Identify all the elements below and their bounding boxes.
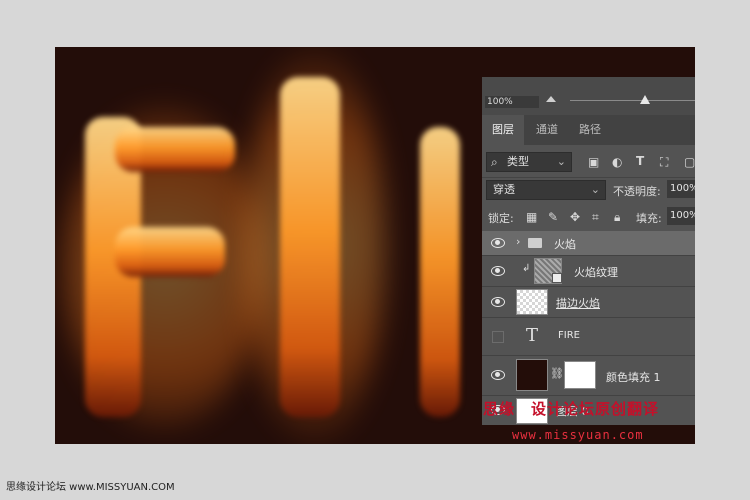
layer-name: 火焰 [554,238,576,251]
layer-name: 火焰纹理 [574,266,618,279]
fill-field[interactable]: 100% [667,207,695,225]
text-layer-icon: T [526,325,539,346]
clipping-arrow-icon: ↲ [522,263,531,274]
lock-image-pixels-icon[interactable]: ✎ [548,210,558,224]
zoom-value[interactable]: 100% [485,96,539,108]
fill-label: 填充: [636,212,662,225]
lock-label: 锁定: [488,212,514,225]
panel-tabs: 图层 通道 路径 [482,115,695,145]
visibility-eye-icon[interactable] [491,297,505,307]
layer-row-color-fill[interactable]: ⛓ 颜色填充 1 [482,355,695,396]
smart-object-filter-icon[interactable]: ▢ [684,155,695,169]
artboard-lock-icon[interactable]: ⌗ [592,210,599,224]
panel-zoom-row: 100% [482,77,695,115]
layer-list: › 火焰 ↲ 火焰纹理 描边火焰 T FIRE ⛓ 颜色填充 1 图层 0 [482,231,695,425]
filter-kind-label: 类型 [507,155,529,168]
blend-mode-select[interactable]: 穿透 ⌄ [486,180,606,200]
opacity-field[interactable]: 100% [667,180,695,198]
layer-name: 颜色填充 1 [606,371,661,384]
visibility-eye-icon[interactable] [491,370,505,380]
filter-kind-select[interactable]: ⌕ 类型 ⌄ [486,152,572,172]
tab-layers[interactable]: 图层 [482,115,524,145]
blend-row: 穿透 ⌄ 不透明度: 100% [482,177,695,203]
link-chain-icon[interactable]: ⛓ [550,367,564,380]
layer-name: FIRE [558,330,580,341]
pixel-filter-icon[interactable]: ▣ [588,155,599,169]
fire-letter-f-mid [115,227,225,277]
shape-filter-icon[interactable]: ⛶ [660,155,668,169]
layer-row-fire-text[interactable]: T FIRE [482,317,695,356]
zoom-slider-thumb[interactable] [640,95,650,104]
layers-panel: 100% 图层 通道 路径 ⌕ 类型 ⌄ ▣ ◐ T ⛶ ▢ 穿透 ⌄ 不透明度… [482,77,695,425]
folder-icon [528,238,542,248]
layer-row-fire-texture[interactable]: ↲ 火焰纹理 [482,255,695,287]
search-icon: ⌕ [491,155,498,169]
zoom-slider-track[interactable] [570,100,695,101]
tab-channels[interactable]: 通道 [524,115,570,145]
footer-site-label: 思缘设计论坛 www.MISSYUAN.COM [6,482,175,493]
visibility-eye-icon[interactable] [491,238,505,248]
layer-name: 描边火焰 [556,297,600,310]
chevron-down-icon: ⌄ [556,155,566,168]
fill-color-thumbnail[interactable] [516,359,548,391]
watermark-url: www.missyuan.com [512,428,644,442]
visibility-toggle-off[interactable] [492,331,504,343]
filter-toolbar: ⌕ 类型 ⌄ ▣ ◐ T ⛶ ▢ [482,145,695,178]
chevron-down-icon: ⌄ [590,183,600,196]
lock-all-icon[interactable]: 🔒︎ [614,210,620,224]
lock-position-icon[interactable]: ✥ [570,210,580,224]
blend-mode-label: 穿透 [493,183,515,196]
adjustment-filter-icon[interactable]: ◐ [612,155,622,169]
chevron-right-icon[interactable]: › [516,235,520,248]
type-filter-icon[interactable]: T [636,154,644,168]
layer-mask-thumbnail[interactable] [564,361,596,389]
lock-transparent-pixels-icon[interactable]: ▦ [526,210,537,224]
layer-row-stroke-fire[interactable]: 描边火焰 [482,286,695,318]
fire-letter-i [280,77,340,417]
watermark-red-text: 思缘 设计论坛原创翻译 [483,400,660,418]
fire-letter-r-stem [420,127,460,417]
small-mountain-icon [546,96,556,102]
visibility-eye-icon[interactable] [491,266,505,276]
layer-thumbnail [516,289,548,315]
layer-row-fire-group[interactable]: › 火焰 [482,231,695,256]
tab-paths[interactable]: 路径 [570,115,610,145]
opacity-label: 不透明度: [613,185,661,198]
fire-letter-f-top [115,127,235,172]
lock-row: 锁定: ▦ ✎ ✥ ⌗ 🔒︎ 填充: 100% [482,203,695,232]
smart-object-badge-icon [552,273,562,283]
